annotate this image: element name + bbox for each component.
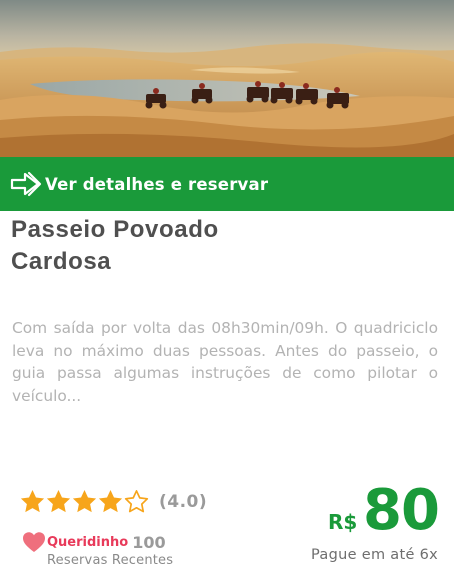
star-filled-icon bbox=[20, 490, 45, 513]
rating: (4.0) bbox=[19, 488, 207, 515]
star-filled-icon bbox=[72, 490, 97, 513]
installments-text: Pague em até 6x bbox=[311, 547, 438, 563]
star-empty-icon bbox=[124, 490, 149, 513]
double-arrow-right-icon bbox=[10, 171, 42, 197]
tour-card: Ver detalhes e reservar Passeio Povoado … bbox=[0, 0, 454, 580]
tour-title[interactable]: Passeio Povoado Cardosa bbox=[11, 214, 311, 278]
favorite-count: 100 bbox=[132, 532, 166, 552]
recent-bookings-label: Reservas Recentes bbox=[47, 553, 174, 568]
hero-image[interactable] bbox=[0, 0, 454, 157]
rating-value: (4.0) bbox=[159, 491, 208, 512]
favorite-label: Queridinho bbox=[47, 534, 129, 550]
favorite-badge: Queridinho 100 bbox=[22, 531, 166, 553]
star-filled-icon bbox=[98, 490, 123, 513]
desert-photo bbox=[0, 0, 454, 157]
price-currency: R$ bbox=[328, 510, 358, 534]
view-details-label: Ver detalhes e reservar bbox=[45, 174, 269, 194]
tour-title-line1: Passeio Povoado bbox=[11, 216, 219, 243]
heart-icon bbox=[23, 532, 45, 552]
star-filled-icon bbox=[46, 490, 71, 513]
tour-description: Com saída por volta das 08h30min/09h. O … bbox=[12, 319, 438, 405]
price-amount: 80 bbox=[363, 478, 440, 543]
tour-title-line2: Cardosa bbox=[11, 248, 112, 275]
view-details-button[interactable]: Ver detalhes e reservar bbox=[0, 157, 454, 211]
